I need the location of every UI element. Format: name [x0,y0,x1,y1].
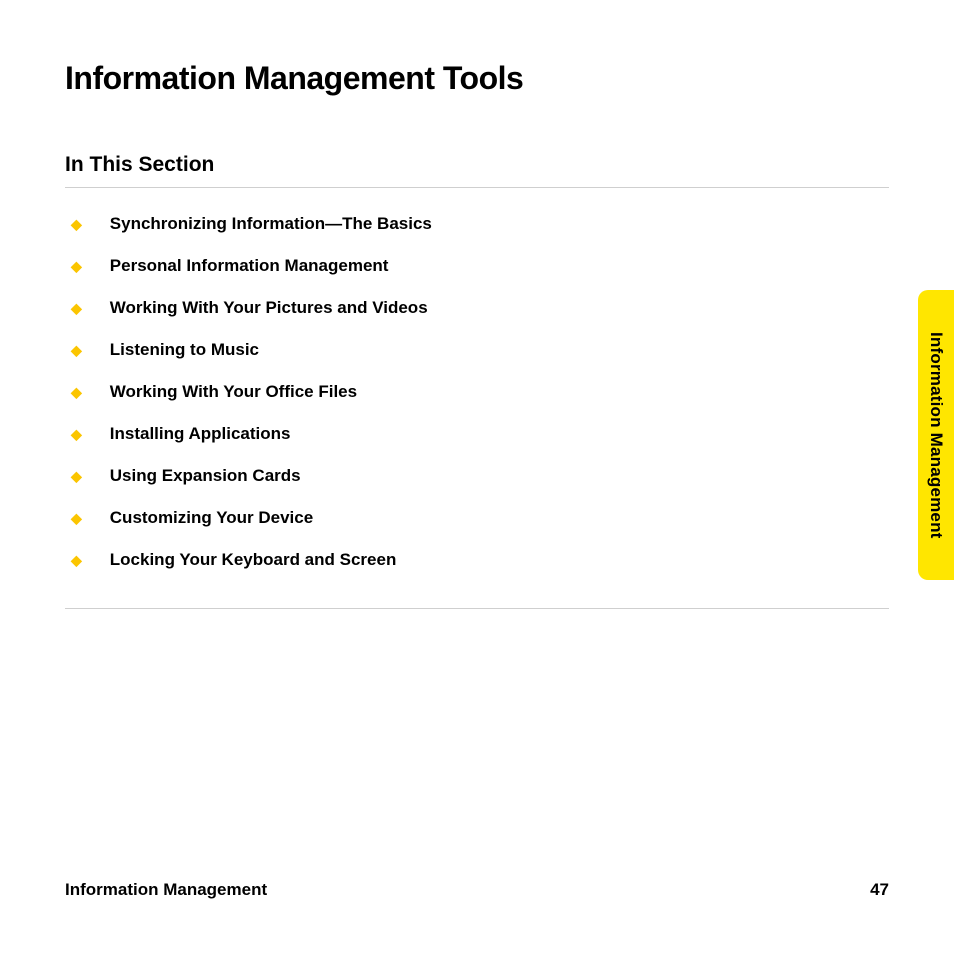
diamond-bullet-icon: ◆ [71,217,82,231]
list-item[interactable]: ◆ Installing Applications [65,424,889,444]
footer-section-label: Information Management [65,880,267,900]
list-item[interactable]: ◆ Using Expansion Cards [65,466,889,486]
list-item[interactable]: ◆ Locking Your Keyboard and Screen [65,550,889,570]
page-footer: Information Management 47 [65,880,889,900]
toc-item-label: Personal Information Management [110,256,389,276]
list-item[interactable]: ◆ Personal Information Management [65,256,889,276]
toc-item-label: Customizing Your Device [110,508,313,528]
toc-item-label: Using Expansion Cards [110,466,301,486]
diamond-bullet-icon: ◆ [71,427,82,441]
toc-list: ◆ Synchronizing Information—The Basics ◆… [65,214,889,609]
list-item[interactable]: ◆ Working With Your Pictures and Videos [65,298,889,318]
diamond-bullet-icon: ◆ [71,301,82,315]
toc-item-label: Working With Your Pictures and Videos [110,298,428,318]
toc-item-label: Working With Your Office Files [110,382,357,402]
toc-item-label: Listening to Music [110,340,259,360]
diamond-bullet-icon: ◆ [71,259,82,273]
toc-item-label: Installing Applications [110,424,291,444]
toc-item-label: Synchronizing Information—The Basics [110,214,432,234]
diamond-bullet-icon: ◆ [71,385,82,399]
diamond-bullet-icon: ◆ [71,469,82,483]
list-item[interactable]: ◆ Working With Your Office Files [65,382,889,402]
diamond-bullet-icon: ◆ [71,511,82,525]
list-item[interactable]: ◆ Listening to Music [65,340,889,360]
list-item[interactable]: ◆ Synchronizing Information—The Basics [65,214,889,234]
list-item[interactable]: ◆ Customizing Your Device [65,508,889,528]
diamond-bullet-icon: ◆ [71,343,82,357]
section-heading: In This Section [65,153,889,188]
page-number: 47 [870,880,889,900]
section-tab-label: Information Management [926,332,946,539]
toc-item-label: Locking Your Keyboard and Screen [110,550,397,570]
diamond-bullet-icon: ◆ [71,553,82,567]
section-tab[interactable]: Information Management [918,290,954,580]
page-title: Information Management Tools [65,60,889,97]
